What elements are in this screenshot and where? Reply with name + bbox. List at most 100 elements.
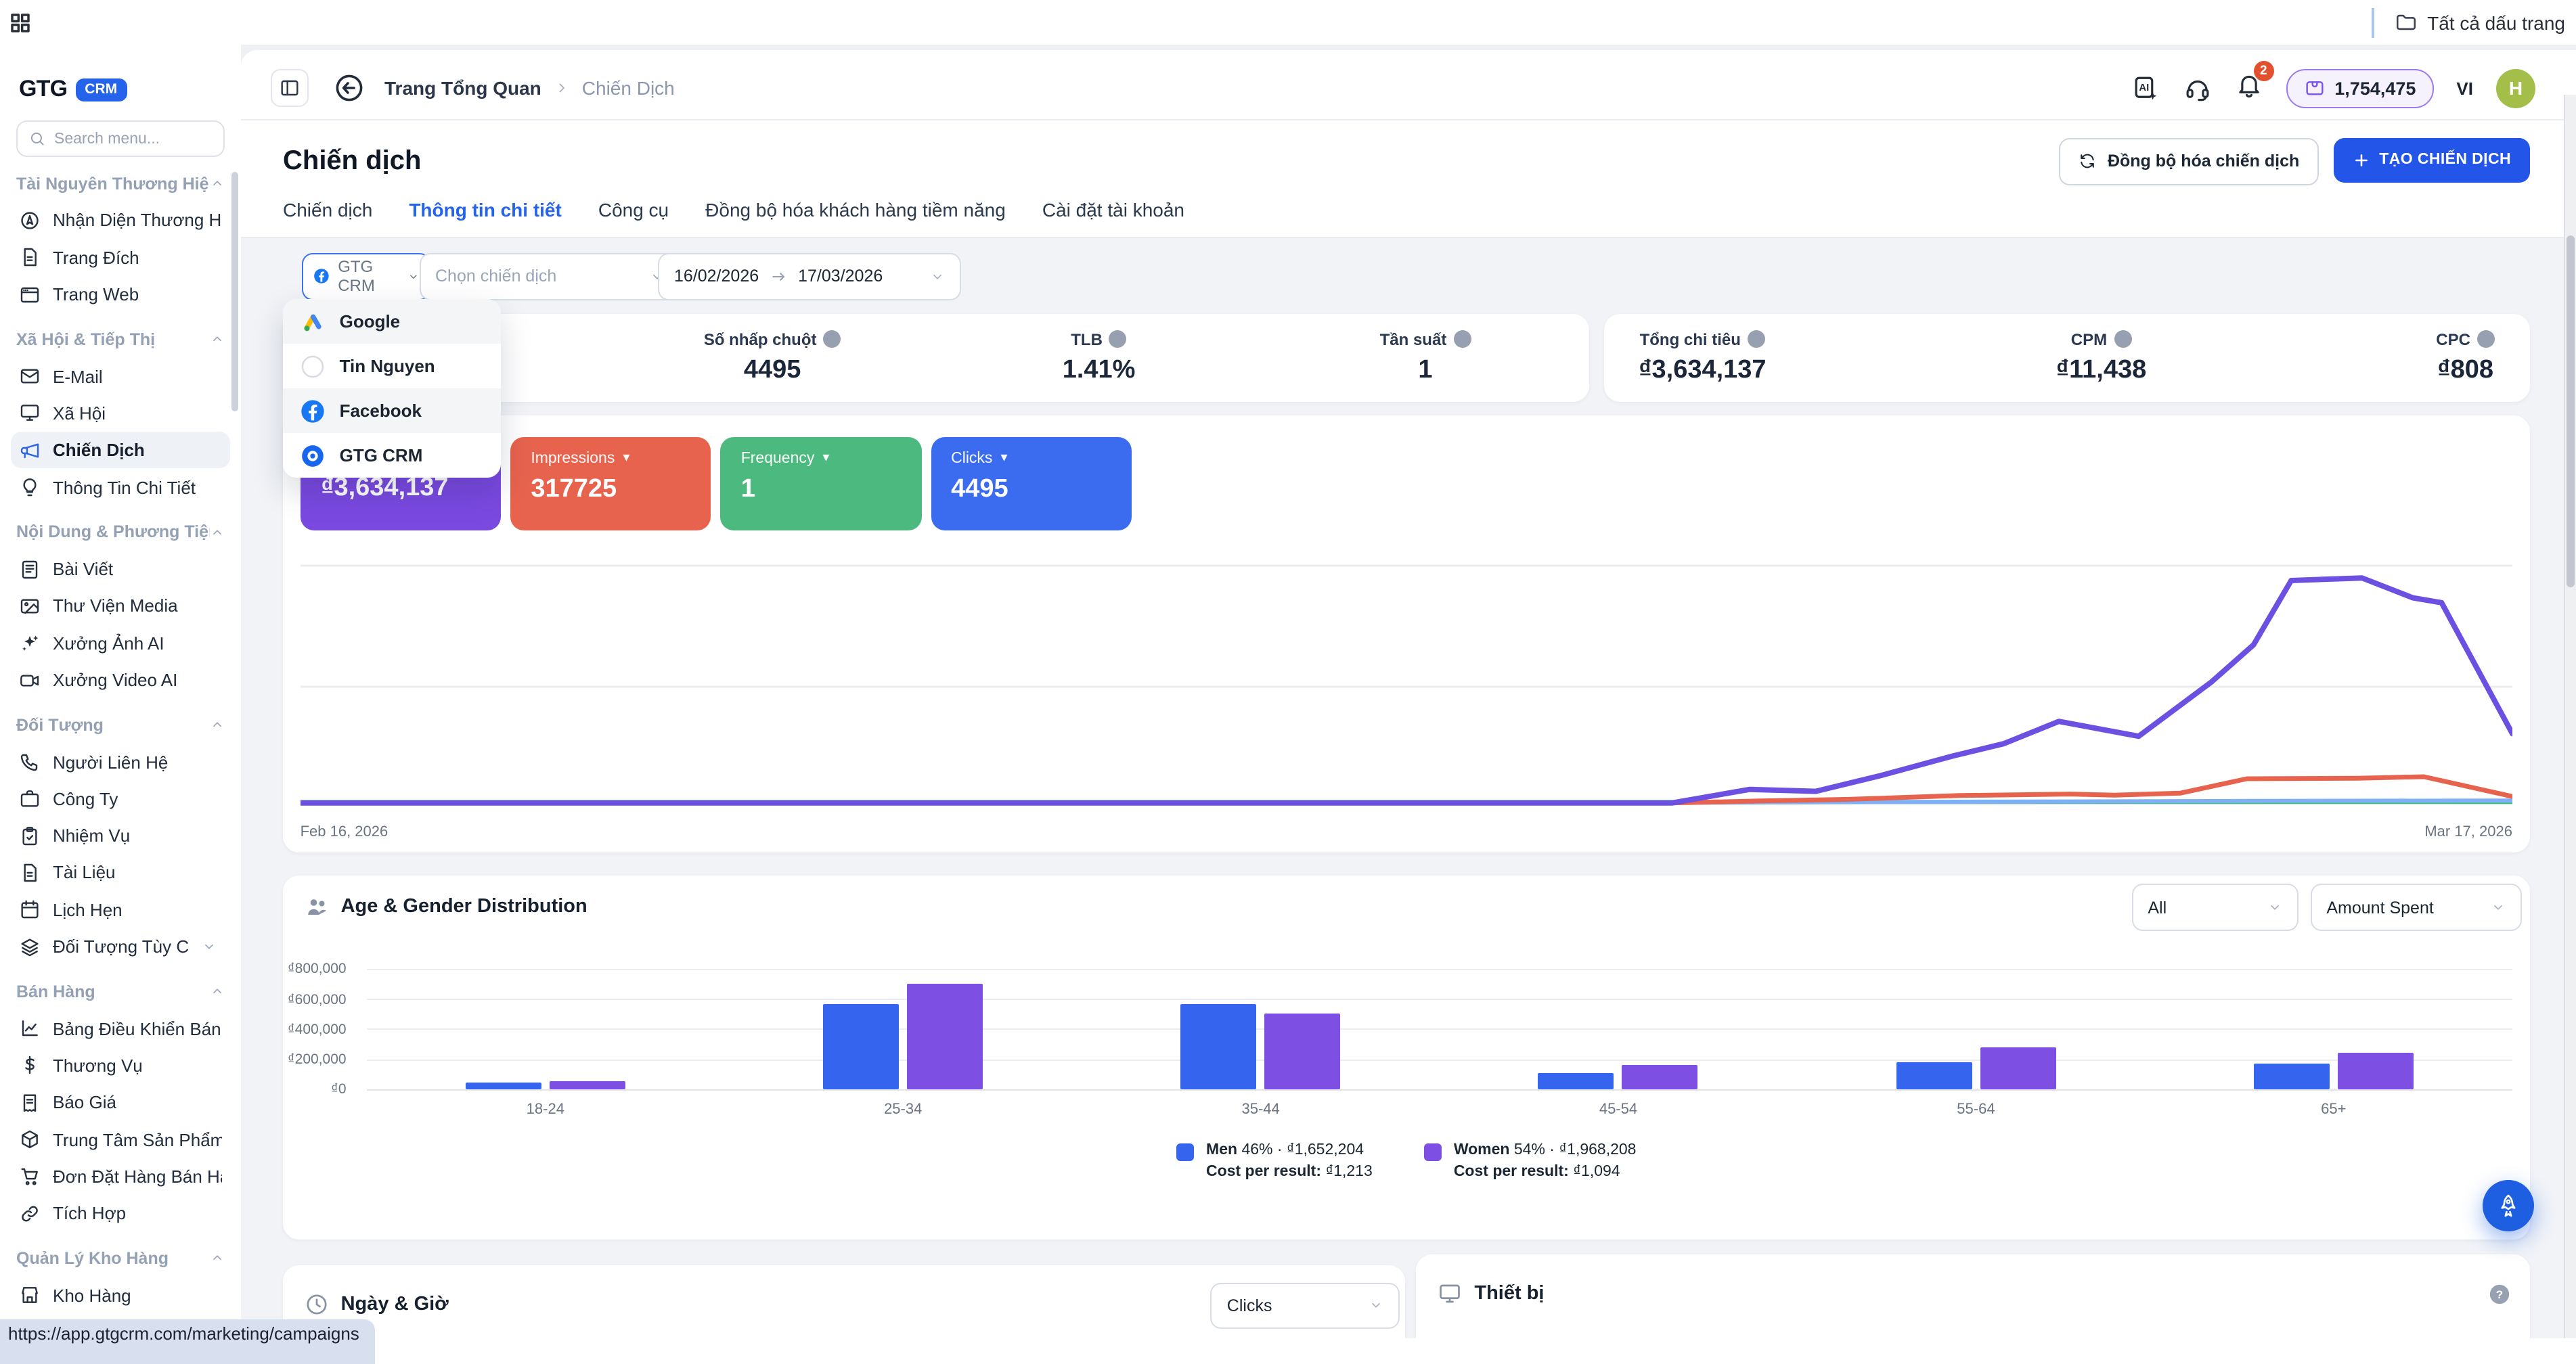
sidebar-scrollbar[interactable]: [231, 172, 238, 411]
sidebar-item[interactable]: Thông Tin Chi Tiết: [11, 469, 230, 506]
ai-assistant-button[interactable]: AI: [2131, 74, 2160, 102]
section-label: Xã Hội & Tiếp Thị: [16, 330, 210, 349]
sidebar-item[interactable]: Bảng Điều Khiển Bán ...: [11, 1010, 230, 1047]
svg-text:?: ?: [2496, 1288, 2503, 1300]
notifications-button[interactable]: 2: [2234, 70, 2263, 106]
create-campaign-button[interactable]: TẠO CHIẾN DỊCH: [2333, 137, 2530, 182]
bar-men-25-34[interactable]: [823, 1005, 899, 1090]
bar-women-35-44[interactable]: [1265, 1014, 1341, 1089]
age-filter-select[interactable]: All: [2131, 884, 2299, 931]
search-input[interactable]: Search menu...: [16, 120, 225, 157]
sidebar-toggle-button[interactable]: [271, 69, 309, 107]
help-icon[interactable]: [824, 331, 841, 348]
bar-men-18-24[interactable]: [466, 1082, 541, 1089]
bar-women-18-24[interactable]: [550, 1081, 625, 1090]
sidebar-item[interactable]: Tích Hợp: [11, 1195, 230, 1232]
account-select[interactable]: GTG CRM: [301, 253, 430, 301]
sidebar-item[interactable]: Báo Giá: [11, 1084, 230, 1121]
bar-women-45-54[interactable]: [1622, 1065, 1698, 1090]
metric-chip[interactable]: Clicks 4495: [931, 436, 1131, 531]
back-button[interactable]: [333, 72, 365, 104]
date-range-picker[interactable]: 16/02/2026 17/03/2026: [658, 253, 961, 301]
browser-toolbar: Tất cả dấu trang: [0, 0, 2576, 46]
legend-entry: Women 54% · ₫1,968,208 Cost per result: …: [1424, 1143, 1637, 1181]
tab[interactable]: Đồng bộ hóa khách hàng tiềm năng: [705, 199, 1006, 237]
sync-campaigns-button[interactable]: Đồng bộ hóa chiến dịch: [2059, 137, 2318, 185]
bar-men-55-64[interactable]: [1896, 1063, 1972, 1090]
stat-label: CPM: [2056, 330, 2147, 349]
sidebar-item[interactable]: Chiến Dịch: [11, 432, 230, 469]
language-button[interactable]: VI: [2456, 78, 2473, 98]
help-icon[interactable]: ?: [2488, 1282, 2511, 1305]
account-menu-item[interactable]: GTG CRM: [283, 433, 502, 478]
tab[interactable]: Công cụ: [598, 199, 669, 237]
account-menu-item[interactable]: Google: [283, 300, 502, 344]
bar-men-35-44[interactable]: [1181, 1004, 1257, 1090]
sidebar-item[interactable]: E-Mail: [11, 358, 230, 395]
briefcase-icon: [19, 788, 41, 810]
sidebar-item[interactable]: Công Ty: [11, 781, 230, 818]
sidebar-item[interactable]: Tài Liệu: [11, 855, 230, 892]
metric-filter-value: Amount Spent: [2326, 898, 2433, 917]
sidebar-item[interactable]: Xã Hội: [11, 395, 230, 432]
date-time-metric-select[interactable]: Clicks: [1211, 1283, 1400, 1329]
sidebar-section[interactable]: Nội Dung & Phương Tiện: [16, 514, 230, 551]
sidebar-item[interactable]: Xưởng Ảnh AI: [11, 624, 230, 662]
breadcrumb-root[interactable]: Trang Tổng Quan: [384, 77, 541, 99]
credits-value: 1,754,475: [2334, 78, 2416, 98]
help-icon[interactable]: [1453, 331, 1471, 348]
sidebar-item[interactable]: Đơn Đặt Hàng Bán Hà...: [11, 1158, 230, 1195]
account-menu-item[interactable]: Facebook: [283, 388, 502, 433]
sidebar-item[interactable]: Trang Web: [11, 276, 230, 313]
tab[interactable]: Thông tin chi tiết: [409, 199, 562, 237]
metric-filter-select[interactable]: Amount Spent: [2310, 884, 2522, 931]
sidebar-item[interactable]: Kho Hàng: [11, 1277, 230, 1314]
bar-chart-categories: 18-2425-3435-4445-5455-6465+: [367, 1102, 2512, 1118]
sidebar-item[interactable]: Xưởng Video AI: [11, 662, 230, 699]
sidebar-section[interactable]: Tài Nguyên Thương Hiệu: [16, 165, 230, 202]
credits-pill[interactable]: 1,754,475: [2286, 68, 2433, 108]
help-icon[interactable]: [2477, 331, 2495, 348]
chip-label[interactable]: Frequency: [741, 450, 921, 466]
sidebar-item[interactable]: Đối Tượng Tùy Chỉnh: [11, 928, 230, 965]
bar-women-25-34[interactable]: [907, 984, 983, 1090]
sidebar-section[interactable]: Quản Lý Kho Hàng: [16, 1240, 230, 1277]
sidebar-item[interactable]: Người Liên Hệ: [11, 744, 230, 781]
help-icon[interactable]: [1748, 331, 1765, 348]
scrollbar-thumb[interactable]: [2567, 235, 2575, 587]
boost-floating-button[interactable]: [2483, 1180, 2534, 1231]
bar-women-65+[interactable]: [2338, 1052, 2414, 1090]
help-icon[interactable]: [2114, 331, 2131, 348]
sidebar-item[interactable]: Trung Tâm Sản Phẩm: [11, 1121, 230, 1158]
sidebar-section[interactable]: Đối Tượng: [16, 706, 230, 744]
tab-grid-icon[interactable]: [9, 12, 31, 33]
sidebar-item[interactable]: Thương Vụ: [11, 1047, 230, 1085]
sidebar-section[interactable]: Xã Hội & Tiếp Thị: [16, 321, 230, 358]
avatar[interactable]: H: [2496, 68, 2535, 108]
chip-label[interactable]: Impressions: [531, 450, 711, 466]
campaign-select[interactable]: Chọn chiến dịch: [419, 253, 681, 301]
metric-chip[interactable]: Impressions 317725: [510, 436, 711, 531]
category-label: 35-44: [1082, 1102, 1439, 1118]
bar-women-55-64[interactable]: [1980, 1047, 2056, 1089]
help-icon[interactable]: [1109, 331, 1127, 348]
sidebar-item[interactable]: Bài Viết: [11, 551, 230, 588]
sidebar-section[interactable]: Bán Hàng: [16, 973, 230, 1010]
support-button[interactable]: [2183, 74, 2211, 102]
metric-chip[interactable]: Frequency 1: [721, 436, 921, 531]
bar-men-65+[interactable]: [2254, 1064, 2330, 1090]
tab[interactable]: Chiến dịch: [283, 199, 372, 237]
chevron-down-icon: [1369, 1298, 1384, 1313]
bar-men-45-54[interactable]: [1538, 1072, 1614, 1090]
sidebar-item[interactable]: Thư Viện Media: [11, 588, 230, 625]
bookmarks-button[interactable]: Tất cả dấu trang: [2372, 0, 2565, 45]
main-scrollbar[interactable]: [2564, 95, 2576, 1338]
logo[interactable]: GTG CRM: [19, 76, 241, 103]
sidebar-item[interactable]: Nhiệm Vụ: [11, 817, 230, 855]
sidebar-item[interactable]: Nhận Diện Thương Hi...: [11, 202, 230, 240]
tab[interactable]: Cài đặt tài khoản: [1042, 199, 1184, 237]
sidebar-item[interactable]: Lịch Hẹn: [11, 891, 230, 928]
sidebar-item[interactable]: Trang Đích: [11, 239, 230, 276]
chip-label[interactable]: Clicks: [951, 450, 1131, 466]
account-menu-item[interactable]: Tin Nguyen: [283, 344, 502, 389]
